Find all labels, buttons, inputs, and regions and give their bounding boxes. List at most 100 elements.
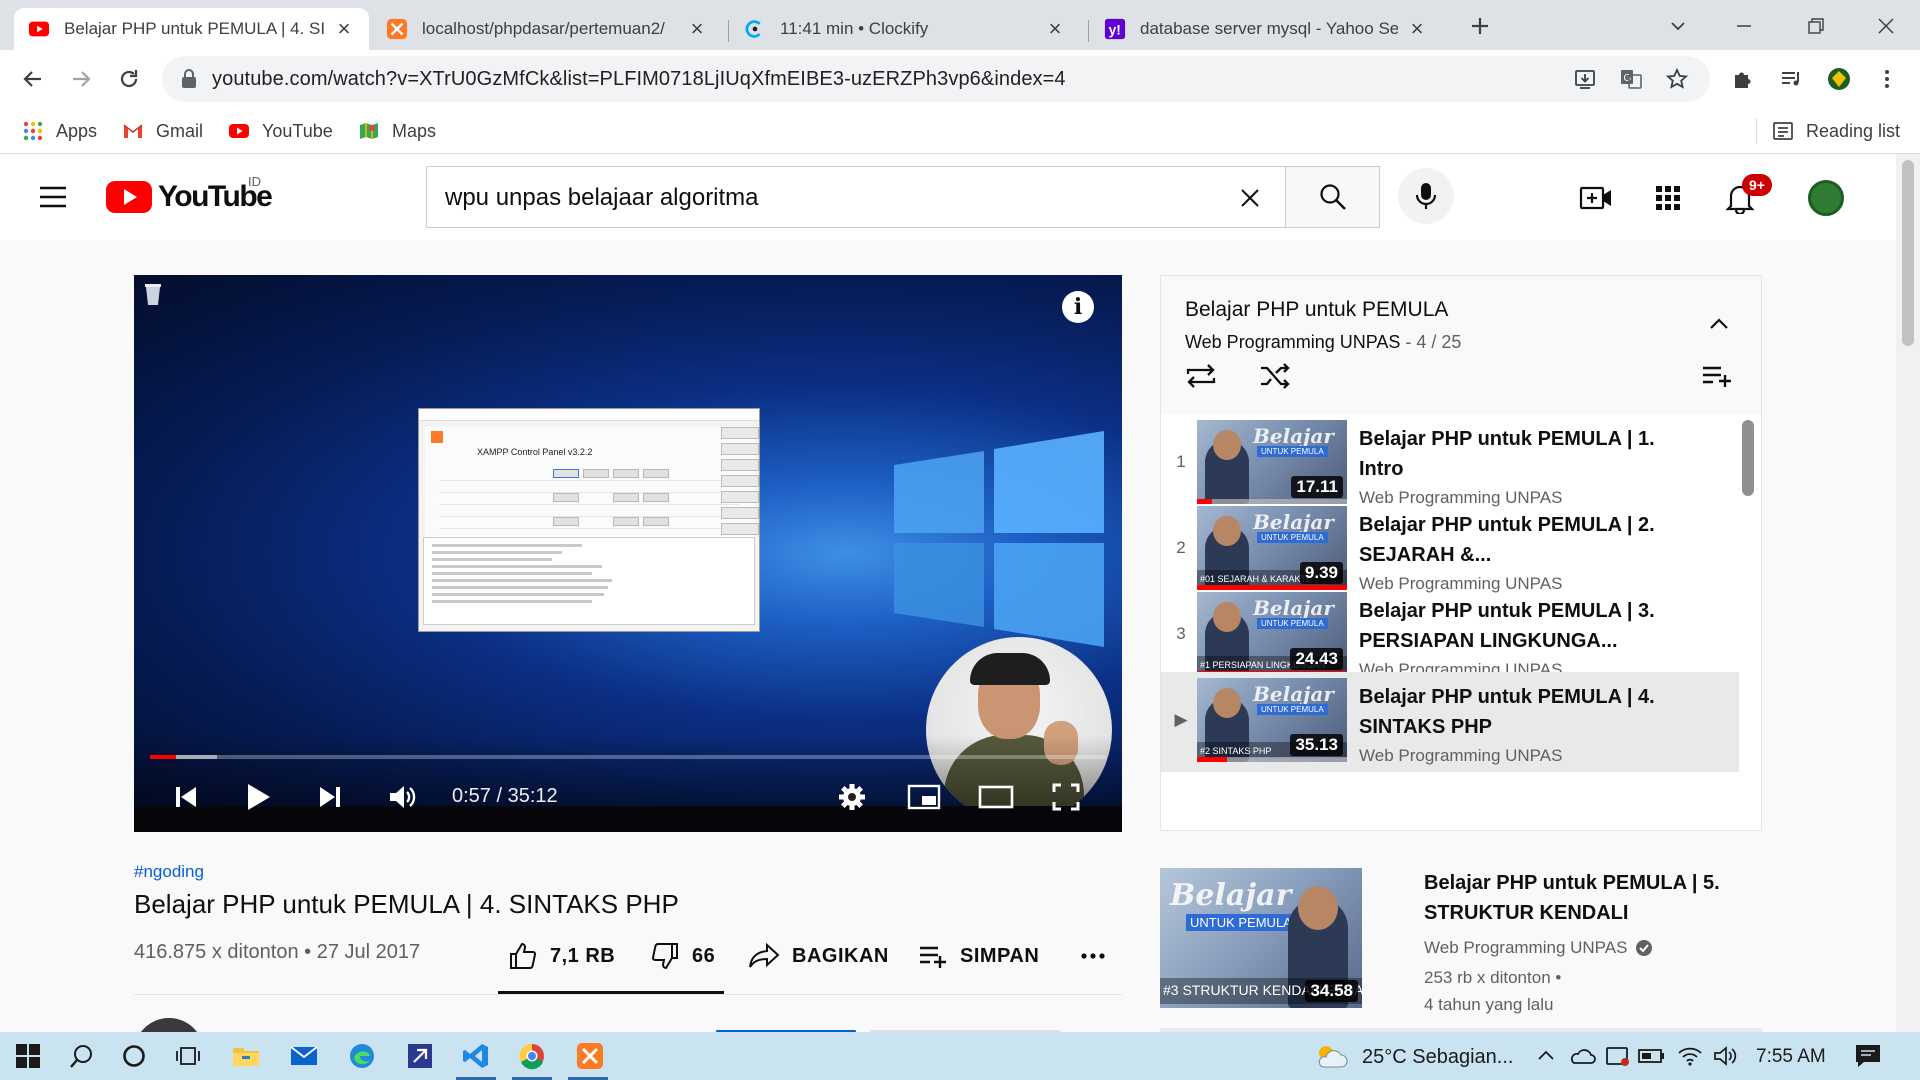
menu-icon[interactable]	[36, 180, 70, 214]
volume-tray-button[interactable]	[1710, 1040, 1742, 1072]
video-player[interactable]: XAMPP Control Panel v3.2.2 i 0:57 / 35:1…	[134, 275, 1122, 832]
close-tab-icon[interactable]: ×	[686, 18, 708, 40]
extensions-button[interactable]	[1724, 60, 1762, 98]
playlist-item[interactable]: 3 Belajar UNTUK PEMULA #1 PERSIAPAN LINGKUN…	[1161, 586, 1739, 686]
bookmark-youtube[interactable]: YouTube	[228, 116, 333, 146]
playlist-scrollbar[interactable]	[1742, 420, 1754, 496]
clear-search-icon[interactable]	[1233, 181, 1267, 215]
show-hidden-icons-button[interactable]	[1530, 1040, 1562, 1072]
next-button[interactable]	[308, 775, 352, 819]
playlist-item[interactable]: 1 Belajar UNTUK PEMULA 17.11 Belajar PHP unt…	[1161, 414, 1739, 514]
info-card-button[interactable]: i	[1062, 291, 1094, 323]
save-playlist-button[interactable]	[1699, 358, 1735, 394]
channel-name[interactable]: Web Programming UNPAS	[1424, 938, 1627, 958]
bookmark-gmail[interactable]: Gmail	[122, 116, 203, 146]
theater-mode-button[interactable]	[974, 775, 1018, 819]
chrome-button[interactable]	[516, 1040, 548, 1072]
mail-button[interactable]	[288, 1040, 320, 1072]
close-tab-icon[interactable]: ×	[333, 18, 355, 40]
playlist-title[interactable]: Belajar PHP untuk PEMULA	[1185, 298, 1448, 322]
playlist-item[interactable]: 2 Belajar UNTUK PEMULA #01 SEJARAH & KARAKT…	[1161, 500, 1739, 600]
taskbar-search-button[interactable]	[66, 1040, 98, 1072]
translate-button[interactable]: G	[1616, 64, 1646, 94]
edge-button[interactable]	[346, 1040, 378, 1072]
minimize-button[interactable]	[1726, 8, 1762, 44]
video-progress-bar[interactable]	[150, 755, 1106, 759]
media-control-button[interactable]	[1772, 60, 1810, 98]
forward-button[interactable]	[62, 60, 100, 98]
task-view-button[interactable]	[172, 1040, 204, 1072]
loop-playlist-button[interactable]	[1183, 358, 1219, 394]
restore-button[interactable]	[1798, 8, 1834, 44]
search-input[interactable]: wpu unpas belajaar algoritma	[426, 166, 1286, 228]
playlist-item-thumbnail[interactable]: Belajar UNTUK PEMULA #1 PERSIAPAN LINGKUNG…	[1197, 592, 1347, 676]
reading-list-button[interactable]: Reading list	[1772, 116, 1900, 146]
mute-button[interactable]	[380, 775, 424, 819]
address-bar[interactable]: youtube.com/watch?v=XTrU0GzMfCk&list=PLF…	[162, 56, 1710, 102]
playlist-item-thumbnail[interactable]: Belajar UNTUK PEMULA 17.11	[1197, 420, 1347, 504]
more-actions-button[interactable]	[1080, 938, 1118, 974]
browser-tab[interactable]: localhost/phpdasar/pertemuan2/ ×	[372, 8, 722, 50]
tab-title: Belajar PHP untuk PEMULA | 4. SI	[64, 19, 325, 38]
install-app-button[interactable]	[1570, 64, 1600, 94]
clock[interactable]: 7:55 AM	[1756, 1046, 1826, 1068]
youtube-logo[interactable]: YouTube	[106, 180, 273, 216]
start-button[interactable]	[12, 1040, 44, 1072]
log-line	[432, 586, 608, 589]
playlist-item-thumbnail[interactable]: Belajar UNTUK PEMULA #01 SEJARAH & KARAKTE…	[1197, 506, 1347, 590]
reload-button[interactable]	[110, 60, 148, 98]
recommended-video[interactable]: Belajar UNTUK PEMULA #3 STRUKTUR KENDALI…	[1160, 868, 1762, 1014]
share-button[interactable]: BAGIKAN	[748, 938, 889, 974]
onedrive-button[interactable]	[1566, 1040, 1598, 1072]
account-avatar[interactable]	[1808, 180, 1844, 216]
bookmark-maps[interactable]: Maps	[358, 116, 436, 146]
tray-app-button[interactable]	[1602, 1040, 1634, 1072]
playlist-channel[interactable]: Web Programming UNPAS	[1185, 332, 1400, 352]
profile-button[interactable]	[1820, 60, 1858, 98]
miniplayer-button[interactable]	[902, 775, 946, 819]
tab-separator	[1088, 20, 1089, 42]
bookmark-star-button[interactable]	[1662, 64, 1692, 94]
weather-text[interactable]: 25°C Sebagian...	[1362, 1046, 1513, 1069]
like-button[interactable]: 7,1 RB	[508, 938, 615, 974]
play-button[interactable]	[236, 775, 280, 819]
previous-button[interactable]	[164, 775, 208, 819]
xampp-log	[423, 537, 755, 625]
playlist-item[interactable]: ▶ Belajar UNTUK PEMULA #2 SINTAKS PHP 35.13 B…	[1161, 672, 1739, 772]
back-button[interactable]	[14, 60, 52, 98]
dislike-button[interactable]: 66	[650, 938, 715, 974]
tab-search-button[interactable]	[1660, 8, 1696, 44]
cortana-button[interactable]	[118, 1040, 150, 1072]
browser-menu-button[interactable]	[1868, 60, 1906, 98]
video-hashtag[interactable]: #ngoding	[134, 862, 204, 882]
browser-tab[interactable]: 11:41 min • Clockify ×	[730, 8, 1080, 50]
xampp-taskbar-button[interactable]	[574, 1040, 606, 1072]
file-explorer-button[interactable]	[230, 1040, 262, 1072]
create-video-button[interactable]	[1576, 178, 1616, 218]
bookmark-apps[interactable]: Apps	[22, 116, 97, 146]
video-title: Belajar PHP untuk PEMULA | 4. SINTAKS PH…	[134, 889, 679, 919]
page-scrollbar-thumb[interactable]	[1902, 160, 1914, 346]
save-button[interactable]: SIMPAN	[918, 938, 1039, 974]
battery-button[interactable]	[1636, 1040, 1668, 1072]
close-window-button[interactable]	[1868, 8, 1904, 44]
new-tab-button[interactable]	[1462, 8, 1498, 44]
shuffle-playlist-button[interactable]	[1257, 358, 1293, 394]
apps-button[interactable]	[1648, 178, 1688, 218]
thumbs-up-icon	[510, 942, 537, 969]
close-tab-icon[interactable]: ×	[1044, 18, 1066, 40]
action-center-button[interactable]	[1852, 1040, 1884, 1072]
wifi-button[interactable]	[1674, 1040, 1706, 1072]
search-button[interactable]	[1285, 166, 1380, 228]
close-tab-icon[interactable]: ×	[1406, 18, 1428, 40]
collapse-playlist-button[interactable]	[1701, 306, 1737, 342]
playlist-item-thumbnail[interactable]: Belajar UNTUK PEMULA #2 SINTAKS PHP 35.13	[1197, 678, 1347, 762]
browser-tab[interactable]: Belajar PHP untuk PEMULA | 4. SI ×	[14, 8, 369, 50]
vscode-button[interactable]	[460, 1040, 492, 1072]
browser-tab[interactable]: y! database server mysql - Yahoo Se ×	[1090, 8, 1442, 50]
editor-app-button[interactable]	[404, 1040, 436, 1072]
fullscreen-button[interactable]	[1044, 775, 1088, 819]
voice-search-button[interactable]	[1398, 168, 1454, 224]
settings-button[interactable]	[830, 775, 874, 819]
recommended-thumbnail[interactable]: Belajar UNTUK PEMULA #3 STRUKTUR KENDALI…	[1160, 868, 1362, 1008]
